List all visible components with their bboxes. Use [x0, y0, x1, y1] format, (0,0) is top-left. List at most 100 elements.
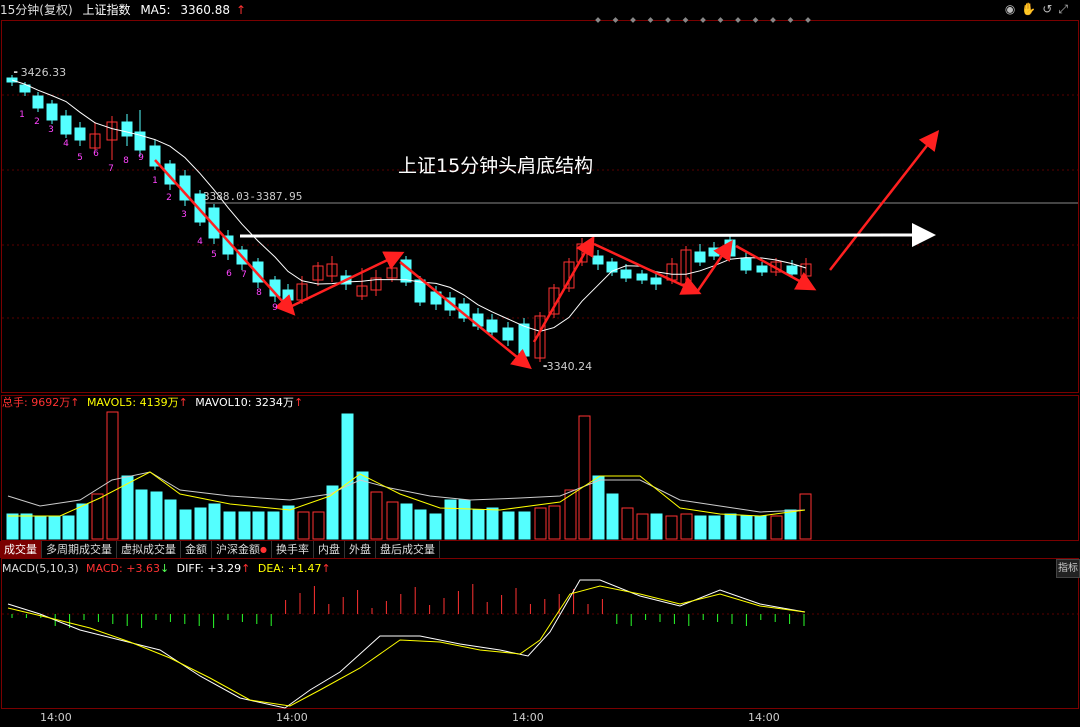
x-label-4: 14:00	[748, 711, 780, 724]
td-number: 4	[197, 237, 203, 247]
td-number: 6	[226, 269, 232, 279]
candle-body	[740, 257, 752, 271]
diff-key: DIFF:	[176, 562, 204, 575]
volume-bar	[20, 513, 33, 540]
event-diamond	[647, 17, 654, 23]
td-number: 9	[138, 153, 144, 163]
dea-value: +1.47	[287, 562, 322, 575]
tab-volume[interactable]: 成交量	[0, 541, 42, 558]
total-volume: 总手: 9692万↑	[2, 396, 79, 409]
td-number: 3	[48, 125, 54, 135]
ma-line	[11, 79, 807, 332]
ma-polyline	[11, 79, 807, 332]
candle-body	[282, 289, 294, 301]
volume-bar	[282, 505, 295, 540]
candle-body	[620, 269, 632, 279]
diff-val: DIFF: +3.29↑	[177, 562, 251, 575]
td-number: 9	[272, 303, 278, 313]
event-diamond	[770, 17, 776, 23]
td-number: 5	[77, 153, 83, 163]
volume-bar	[486, 507, 499, 540]
td-number: 4	[63, 139, 69, 149]
candle-body	[606, 261, 618, 273]
pattern-annotation: 上证15分钟头肩底结构	[398, 155, 594, 177]
td-number: 2	[166, 193, 172, 203]
macd-key: MACD:	[86, 562, 123, 575]
event-diamond	[595, 17, 601, 23]
low-price-value: 3340.24	[546, 360, 593, 373]
td-number: 2	[34, 117, 40, 127]
diff-line	[7, 579, 806, 709]
mavol10: MAVOL10: 3234万↑	[195, 396, 303, 409]
volume-legend: 总手: 9692万↑ MAVOL5: 4139万↑ MAVOL10: 3234万…	[2, 396, 303, 410]
candle-body	[650, 277, 662, 285]
candle-body	[46, 103, 58, 121]
tab-multi-period-volume[interactable]: 多周期成交量	[42, 541, 117, 558]
volume-bar	[223, 511, 236, 540]
volume-bar	[636, 513, 649, 540]
volume-bar	[194, 507, 207, 540]
event-diamond	[752, 17, 759, 23]
volume-bar	[370, 491, 383, 540]
total-arrow: ↑	[70, 396, 80, 409]
volume-bar	[578, 415, 591, 540]
macd-arrow: ↓	[159, 562, 170, 575]
candle-body	[74, 127, 86, 141]
tab-outer[interactable]: 外盘	[344, 541, 376, 558]
event-diamond	[665, 17, 671, 23]
volume-bar	[724, 513, 737, 540]
dea-key: DEA:	[257, 562, 285, 575]
td-number: 8	[256, 288, 262, 298]
candle-body	[60, 115, 72, 135]
indicator-button[interactable]: 指标	[1056, 559, 1080, 578]
volume-bar	[534, 507, 547, 540]
diff-arrow: ↑	[241, 562, 251, 575]
tab-turnover[interactable]: 换手率	[271, 541, 314, 558]
volume-bar	[548, 505, 561, 540]
tab-inner[interactable]: 内盘	[313, 541, 345, 558]
volume-bar	[680, 513, 693, 540]
volume-bar	[444, 499, 457, 540]
volume-bar	[6, 513, 19, 540]
candle-body	[121, 121, 133, 137]
tab-amount[interactable]: 金额	[181, 541, 212, 558]
trend-arrow	[399, 261, 532, 370]
mavol5-key: MAVOL5:	[86, 396, 137, 409]
volume-bar	[106, 411, 119, 540]
td-number: 5	[211, 250, 217, 260]
volume-bar	[458, 499, 471, 540]
volume-bar	[799, 493, 812, 540]
candle-body	[414, 279, 426, 303]
resistance-label: 3388.03-3387.95	[203, 190, 303, 203]
volume-bars	[6, 411, 812, 540]
macd-legend: MACD(5,10,3) MACD: +3.63↓ DIFF: +3.29↑ D…	[2, 562, 331, 576]
volume-bar	[784, 509, 797, 540]
candle-body	[518, 323, 530, 357]
macd-value: +3.63	[126, 562, 160, 575]
volume-bar	[386, 501, 399, 540]
volume-bar	[135, 489, 148, 540]
mavol10-key: MAVOL10:	[195, 396, 252, 409]
candle-body	[636, 273, 648, 281]
total-key: 总手:	[2, 396, 28, 409]
volume-bar	[62, 515, 75, 540]
candle-body	[32, 95, 44, 109]
dea-val: DEA: +1.47↑	[258, 562, 331, 575]
tab-after-hours[interactable]: 盘后成交量	[375, 541, 440, 558]
event-diamond	[630, 17, 636, 23]
volume-bar	[252, 511, 265, 540]
event-diamond	[612, 17, 619, 23]
candle-body	[786, 265, 798, 275]
mavol10-value: 3234万	[254, 396, 294, 409]
volume-bar	[76, 503, 89, 540]
tab-virtual-volume[interactable]: 虚拟成交量	[117, 541, 181, 558]
td-number: 1	[19, 110, 25, 120]
tab-shsz-amount[interactable]: 沪深金额●	[212, 541, 272, 558]
macd-val: MACD: +3.63↓	[86, 562, 169, 575]
tab-shsz-amount-label: 沪深金额	[216, 543, 260, 556]
chart-texts: 12345 678 9123456 789	[19, 110, 278, 313]
volume-bar	[606, 493, 619, 540]
volume-bar	[179, 509, 192, 540]
low-price-label: ╺3340.24	[540, 360, 593, 373]
neckline-arrow	[239, 223, 936, 248]
